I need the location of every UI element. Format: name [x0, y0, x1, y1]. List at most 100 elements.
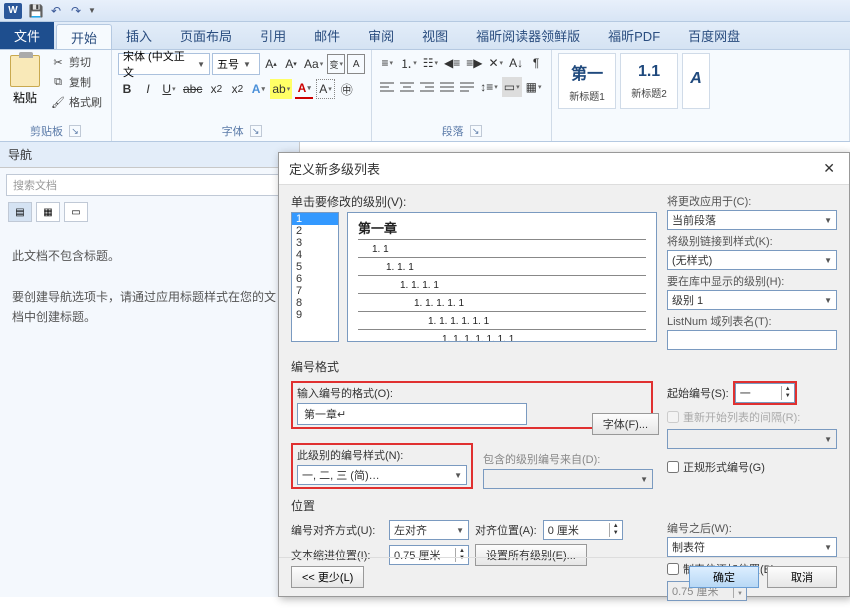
subscript-icon[interactable]: x2 — [207, 79, 225, 99]
font-name-combo[interactable]: 宋体 (中文正文▼ — [118, 53, 210, 75]
strike-icon[interactable]: abc — [181, 79, 204, 99]
clear-format-icon[interactable]: A — [347, 54, 365, 74]
ok-button[interactable]: 确定 — [689, 566, 759, 588]
tab-review[interactable]: 审阅 — [354, 22, 408, 49]
show-marks-icon[interactable]: ¶ — [527, 53, 545, 73]
bold-icon[interactable]: B — [118, 79, 136, 99]
clipboard-expander-icon[interactable]: ↘ — [69, 125, 81, 137]
link-style-select[interactable]: (无样式)▼ — [667, 250, 837, 270]
style-more[interactable]: A — [682, 53, 710, 109]
paste-button[interactable]: 粘贴 — [6, 53, 44, 122]
list-item[interactable]: 5 — [292, 261, 338, 273]
shading-icon[interactable]: ▭ — [502, 77, 522, 97]
search-input[interactable]: 搜索文档 — [6, 174, 293, 196]
list-item[interactable]: 1 — [292, 213, 338, 225]
align-left-icon[interactable] — [378, 77, 396, 97]
restart-select: ▼ — [667, 429, 837, 449]
enclose-char-icon[interactable]: ㊥ — [338, 79, 356, 99]
change-case-icon[interactable]: Aa — [302, 54, 325, 74]
list-item[interactable]: 3 — [292, 237, 338, 249]
cancel-button[interactable]: 取消 — [767, 566, 837, 588]
nav-tab-pages-icon[interactable]: ▦ — [36, 202, 60, 222]
tab-view[interactable]: 视图 — [408, 22, 462, 49]
legal-checkbox[interactable] — [667, 461, 679, 473]
close-icon[interactable]: ✕ — [819, 160, 839, 177]
multilevel-icon[interactable]: ☷ — [421, 53, 440, 73]
phonetic-guide-icon[interactable]: 变 — [327, 54, 345, 74]
nav-empty-msg2: 要创建导航选项卡，请通过应用标题样式在您的文档中创建标题。 — [12, 287, 287, 328]
listnum-input[interactable] — [667, 330, 837, 350]
decrease-indent-icon[interactable]: ◀≡ — [442, 53, 462, 73]
follow-select[interactable]: 制表符▼ — [667, 537, 837, 557]
level-listbox[interactable]: 1 2 3 4 5 6 7 8 9 — [291, 212, 339, 342]
num-style-select[interactable]: 一, 二, 三 (简)…▼ — [297, 465, 467, 485]
tab-references[interactable]: 引用 — [246, 22, 300, 49]
sort-icon[interactable]: A↓ — [507, 53, 525, 73]
undo-icon[interactable]: ↶ — [48, 3, 64, 19]
tab-insert[interactable]: 插入 — [112, 22, 166, 49]
list-item[interactable]: 9 — [292, 309, 338, 321]
list-item[interactable]: 2 — [292, 225, 338, 237]
format-painter-button[interactable]: 🖌格式刷 — [48, 93, 105, 111]
redo-icon[interactable]: ↷ — [68, 3, 84, 19]
distribute-icon[interactable] — [458, 77, 476, 97]
underline-icon[interactable]: U — [160, 79, 178, 99]
align-justify-icon[interactable] — [438, 77, 456, 97]
dialog-title: 定义新多级列表 — [289, 159, 380, 178]
grow-font-icon[interactable]: A▴ — [262, 54, 280, 74]
gallery-level-select[interactable]: 级别 1▼ — [667, 290, 837, 310]
start-spinner[interactable]: 一▲▼ — [735, 383, 795, 403]
borders-icon[interactable]: ▦ — [524, 77, 544, 97]
nav-title: 导航 — [0, 142, 299, 168]
file-tab[interactable]: 文件 — [0, 22, 54, 49]
nav-empty-msg1: 此文档不包含标题。 — [12, 246, 287, 266]
line-spacing-icon[interactable]: ↕≡ — [478, 77, 500, 97]
tab-baidu[interactable]: 百度网盘 — [674, 22, 754, 49]
nav-tab-results-icon[interactable]: ▭ — [64, 202, 88, 222]
listnum-label: ListNum 域列表名(T): — [667, 313, 837, 329]
font-group-label: 字体 — [222, 123, 244, 139]
tab-foxit1[interactable]: 福昕阅读器领鲜版 — [462, 22, 594, 49]
increase-indent-icon[interactable]: ≡▶ — [464, 53, 484, 73]
superscript-icon[interactable]: x2 — [228, 79, 246, 99]
list-item[interactable]: 8 — [292, 297, 338, 309]
align-at-spinner[interactable]: 0 厘米▲▼ — [543, 520, 623, 540]
numbering-icon[interactable]: ⒈ — [398, 53, 419, 73]
italic-icon[interactable]: I — [139, 79, 157, 99]
list-item[interactable]: 7 — [292, 285, 338, 297]
shrink-font-icon[interactable]: A▾ — [282, 54, 300, 74]
tab-layout[interactable]: 页面布局 — [166, 22, 246, 49]
align-center-icon[interactable] — [398, 77, 416, 97]
copy-button[interactable]: ⧉复制 — [48, 73, 105, 91]
qat-dropdown-icon[interactable]: ▼ — [88, 6, 96, 15]
paragraph-expander-icon[interactable]: ↘ — [470, 125, 482, 137]
tab-mailings[interactable]: 邮件 — [300, 22, 354, 49]
bullets-icon[interactable]: ≡ — [378, 53, 396, 73]
char-shading-icon[interactable]: A — [316, 79, 335, 99]
navigation-pane: 导航 搜索文档 ▤ ▦ ▭ 此文档不包含标题。 要创建导航选项卡，请通过应用标题… — [0, 142, 300, 597]
group-clipboard: 粘贴 ✂剪切 ⧉复制 🖌格式刷 剪贴板↘ — [0, 50, 112, 141]
font-button[interactable]: 字体(F)... — [592, 413, 659, 435]
asian-layout-icon[interactable]: ✕ — [486, 53, 505, 73]
nav-tab-headings-icon[interactable]: ▤ — [8, 202, 32, 222]
position-section: 位置 — [291, 497, 837, 514]
style-heading2[interactable]: 1.1 新标题2 — [620, 53, 678, 109]
list-item[interactable]: 4 — [292, 249, 338, 261]
tab-foxit2[interactable]: 福昕PDF — [594, 22, 674, 49]
include-select: ▼ — [483, 469, 653, 489]
align-select[interactable]: 左对齐▼ — [389, 520, 469, 540]
font-expander-icon[interactable]: ↘ — [250, 125, 262, 137]
list-item[interactable]: 6 — [292, 273, 338, 285]
apply-to-select[interactable]: 当前段落▼ — [667, 210, 837, 230]
font-color-icon[interactable]: A — [295, 79, 313, 99]
less-button[interactable]: << 更少(L) — [291, 566, 364, 588]
align-right-icon[interactable] — [418, 77, 436, 97]
cut-button[interactable]: ✂剪切 — [48, 53, 105, 71]
tab-home[interactable]: 开始 — [56, 24, 112, 49]
style-heading1[interactable]: 第一 新标题1 — [558, 53, 616, 109]
text-effects-icon[interactable]: A — [249, 79, 267, 99]
highlight-icon[interactable]: ab — [270, 79, 292, 99]
scissors-icon: ✂ — [51, 55, 65, 69]
font-size-combo[interactable]: 五号▼ — [212, 53, 260, 75]
save-icon[interactable]: 💾 — [28, 3, 44, 19]
